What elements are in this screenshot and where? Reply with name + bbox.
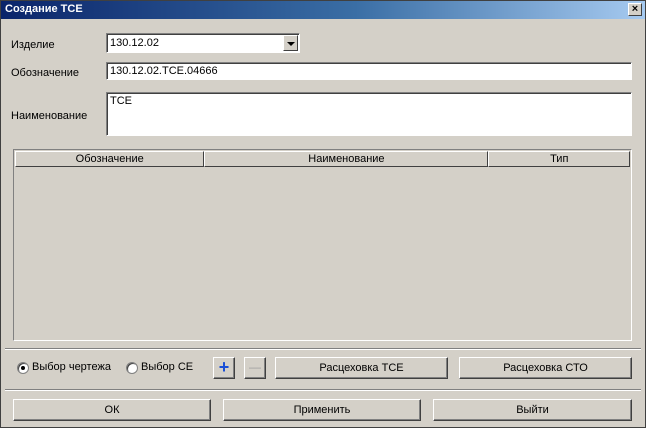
window-title: Создание ТСЕ [5, 3, 83, 15]
product-dropdown-button[interactable] [283, 35, 298, 51]
designation-value: 130.12.02.ТСЕ.04666 [110, 65, 218, 77]
chevron-down-icon [287, 42, 295, 46]
add-button[interactable]: + [213, 357, 235, 379]
exit-label: Выйти [516, 404, 549, 416]
designation-label: Обозначение [11, 67, 80, 79]
route-sto-label: Расцеховка СТО [503, 362, 588, 374]
apply-button[interactable]: Применить [223, 399, 421, 421]
name-textarea[interactable]: ТСЕ [106, 92, 632, 136]
separator [5, 389, 641, 391]
route-tce-button[interactable]: Расцеховка ТСЕ [275, 357, 448, 379]
product-label: Изделие [11, 39, 55, 51]
ok-button[interactable]: ОК [13, 399, 211, 421]
radio-drawing-label[interactable]: Выбор чертежа [32, 361, 111, 373]
exit-button[interactable]: Выйти [433, 399, 632, 421]
dialog-window: Создание ТСЕ × Изделие 130.12.02 Обознач… [0, 0, 646, 428]
radio-ce-label[interactable]: Выбор СЕ [141, 361, 193, 373]
items-table[interactable]: Обозначение Наименование Тип [13, 149, 632, 341]
plus-icon: + [218, 357, 230, 377]
remove-button[interactable]: — [244, 357, 266, 379]
column-header-designation[interactable]: Обозначение [15, 151, 205, 167]
ok-label: ОК [104, 404, 120, 416]
product-combobox[interactable]: 130.12.02 [106, 33, 300, 53]
route-sto-button[interactable]: Расцеховка СТО [459, 357, 632, 379]
designation-input[interactable]: 130.12.02.ТСЕ.04666 [106, 62, 632, 80]
radio-drawing[interactable] [17, 362, 29, 374]
name-value: ТСЕ [110, 95, 132, 107]
name-label: Наименование [11, 110, 88, 122]
radio-ce[interactable] [126, 362, 138, 374]
separator [5, 348, 641, 350]
product-value: 130.12.02 [110, 37, 159, 49]
column-header-name[interactable]: Наименование [204, 151, 489, 167]
close-icon: × [631, 3, 639, 15]
route-tce-label: Расцеховка ТСЕ [319, 362, 404, 374]
minus-icon: — [249, 360, 261, 374]
column-header-type[interactable]: Тип [488, 151, 631, 167]
radio-selected-dot [21, 366, 25, 370]
titlebar: Создание ТСЕ × [1, 1, 645, 19]
apply-label: Применить [293, 404, 351, 416]
table-header: Обозначение Наименование Тип [15, 151, 631, 167]
close-button[interactable]: × [628, 3, 642, 16]
